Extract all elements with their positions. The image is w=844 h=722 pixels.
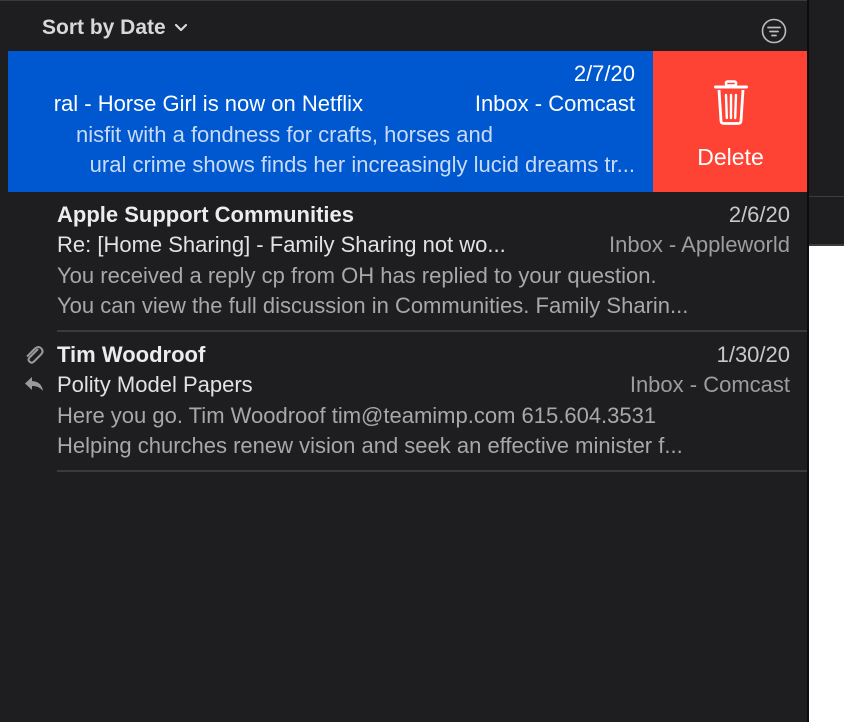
message-preview-line-1: Here you go. Tim Woodroof tim@teamimp.co…: [57, 403, 657, 428]
message-row[interactable]: Apple Support Communities 2/6/20 Re: [Ho…: [0, 192, 807, 332]
message-sender: Tim Woodroof: [57, 342, 206, 367]
delete-label: Delete: [697, 144, 764, 170]
delete-swipe-button[interactable]: Delete: [653, 51, 808, 192]
chevron-down-icon: [174, 23, 187, 32]
message-preview-line-1: nisfit with a fondness for crafts, horse…: [76, 122, 493, 147]
message-subject: ral - Horse Girl is now on Netflix: [53, 91, 363, 116]
adjacent-pane-line: [809, 196, 844, 197]
message-mailbox: Inbox - Appleworld: [609, 232, 790, 257]
message-preview-line-2: ural crime shows finds her increasingly …: [89, 152, 635, 177]
row-divider: [57, 470, 807, 472]
sort-label: Sort by Date: [42, 16, 166, 39]
message-mailbox: Inbox - Comcast: [629, 372, 790, 397]
message-preview-line-2: Helping churches renew vision and seek a…: [57, 433, 683, 458]
trash-icon: [714, 80, 748, 125]
message-date: 2/7/20: [573, 61, 635, 86]
message-sender: Apple Support Communities: [57, 202, 354, 227]
message-content-selected[interactable]: 2/7/20 ral - Horse Girl is now on Netfli…: [8, 51, 653, 192]
message-subject: Polity Model Papers: [57, 372, 253, 397]
filter-icon[interactable]: [761, 18, 787, 44]
message-preview-line-2: You can view the full discussion in Comm…: [57, 293, 689, 318]
reply-icon: [25, 377, 43, 391]
message-row-swiped[interactable]: 2/7/20 ral - Horse Girl is now on Netfli…: [0, 51, 808, 192]
message-date: 1/30/20: [716, 342, 790, 367]
adjacent-pane-dark: [809, 0, 844, 246]
message-row[interactable]: Tim Woodroof 1/30/20 Polity Model Papers…: [0, 332, 807, 472]
adjacent-pane-edge: [809, 0, 844, 722]
message-date: 2/6/20: [728, 202, 790, 227]
mail-window: Sort by Date 2/7/20 ral - Horse Girl is …: [0, 0, 809, 722]
message-preview-line-1: You received a reply cp from OH has repl…: [57, 263, 657, 288]
paperclip-icon: [26, 346, 44, 364]
message-subject: Re: [Home Sharing] - Family Sharing not …: [57, 232, 506, 257]
adjacent-pane-line: [809, 244, 844, 246]
sort-menu-button[interactable]: Sort by Date: [42, 16, 188, 40]
message-list-toolbar: Sort by Date: [0, 0, 807, 51]
message-mailbox: Inbox - Comcast: [474, 91, 635, 116]
